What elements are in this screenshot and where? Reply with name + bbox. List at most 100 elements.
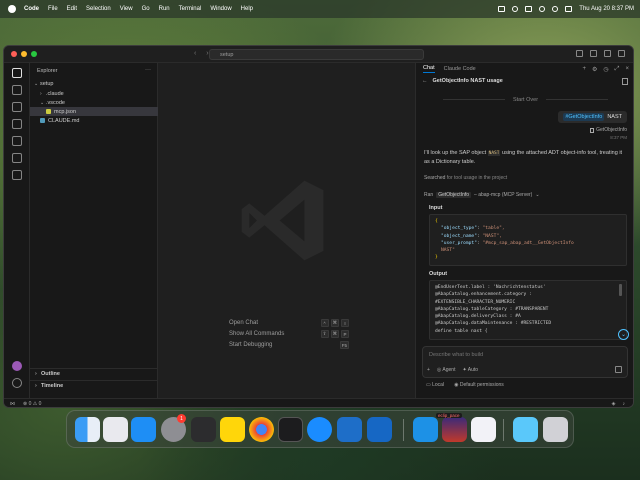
search-icon[interactable] [12,85,22,95]
output-line: @AbapCatalog.enhancement.category : [435,292,532,298]
tree-item-vscode[interactable]: ⌄ .vscode [30,98,158,107]
wifi-icon[interactable] [539,6,546,12]
tree-root-folder[interactable]: ⌄ setup [30,79,158,88]
trash-icon[interactable] [543,417,568,442]
toggle-panel-icon[interactable] [590,50,597,57]
tool-output[interactable]: @EndUserText.label : 'Nachrichtenstatus'… [429,280,627,340]
xcode-icon[interactable] [367,417,392,442]
battery-icon[interactable] [525,6,533,12]
scroll-to-bottom-button[interactable]: ⌄ [618,329,629,340]
add-context-icon[interactable]: + [427,367,430,373]
tab-claude-code[interactable]: Claude Code [444,66,476,72]
menu-run[interactable]: Run [159,6,170,12]
menu-view[interactable]: View [120,6,133,12]
vscode-icon[interactable] [337,417,362,442]
tree-item-claude-md[interactable]: CLAUDE.md [30,116,158,125]
explorer-icon[interactable] [12,68,22,78]
tab-chat[interactable]: Chat [423,65,435,73]
attachment-chip[interactable]: GetObjectInfo [590,127,627,133]
menu-help[interactable]: Help [241,6,253,12]
vscode-window: ‹ › setup Explorer ··· ⌄ setup › .claude… [3,45,634,408]
source-control-icon[interactable] [12,102,22,112]
menu-go[interactable]: Go [142,6,150,12]
apple-icon[interactable] [8,5,16,13]
menu-edit[interactable]: Edit [67,6,77,12]
chat-input-controls: + ◎ Agent ✦ Auto [427,367,478,373]
searched-text: for tool usage in the project [446,175,508,181]
shortcut-label: Start Debugging [229,342,273,348]
eclipse-icon[interactable] [442,417,467,442]
problems-indicator[interactable]: ⊗ 0 ⚠ 0 [23,401,41,407]
settings-icon[interactable]: ⚙ [592,66,597,73]
back-arrow-icon[interactable]: ← [422,78,428,84]
downloads-folder-icon[interactable] [513,417,538,442]
output-scrollbar[interactable] [619,284,622,296]
model-auto-dropdown[interactable]: ✦ Auto [462,367,478,373]
safari-icon[interactable] [307,417,332,442]
mode-agent-dropdown[interactable]: ◎ Agent [437,367,456,373]
key-cap: ⌘ [330,330,339,338]
more-actions-icon[interactable]: ··· [145,67,151,73]
shortcut-start-debugging[interactable]: Start Debugging F5 [229,340,349,350]
zoom-window-button[interactable] [31,51,37,57]
menu-selection[interactable]: Selection [86,6,111,12]
status-bar-right: ◈ ♪ [612,401,625,407]
remote-indicator-icon[interactable]: ⋈ [10,401,15,407]
start-over-divider[interactable]: Start Over [416,97,633,103]
claude-icon[interactable] [12,153,22,163]
extensions-icon[interactable] [12,136,22,146]
control-center-icon[interactable] [565,6,573,12]
command-center-search[interactable]: setup [209,49,424,60]
tool-reference-tag[interactable]: #GetObjectInfo [563,113,605,121]
local-toggle[interactable]: ▭ Local [426,382,444,388]
copilot-status-icon[interactable]: ◈ [612,401,616,407]
app-icon[interactable] [471,417,496,442]
chrome-icon[interactable] [249,417,274,442]
outline-section[interactable]: › Outline [30,368,158,378]
docker-icon[interactable] [413,417,438,442]
menu-clock[interactable]: Thu Aug 20 8:37 PM [579,6,634,12]
send-icon[interactable] [615,366,622,373]
tree-item-claude[interactable]: › .claude [30,89,158,98]
minimize-window-button[interactable] [21,51,27,57]
gear-icon[interactable] [12,378,22,388]
tree-item-mcp-json[interactable]: mcp.json [30,107,158,116]
tray-status-icon[interactable] [512,6,519,12]
customize-layout-icon[interactable] [618,50,625,57]
dock: 1 eclip_pace [66,410,574,448]
chat-input-box[interactable]: Describe what to build + ◎ Agent ✦ Auto [422,346,628,378]
copy-icon[interactable] [622,78,628,85]
new-chat-icon[interactable]: + [583,66,587,73]
search-icon[interactable] [552,6,559,12]
maximize-icon[interactable]: ⤢ [615,66,620,73]
menu-terminal[interactable]: Terminal [179,6,202,12]
launchpad-icon[interactable] [103,417,128,442]
toggle-sidebar-icon[interactable] [576,50,583,57]
close-icon[interactable]: × [625,66,629,73]
terminal-icon[interactable] [278,417,303,442]
app-store-icon[interactable] [131,417,156,442]
tool-input-json[interactable]: { "object_type": "table", "object_name":… [429,214,627,266]
notes-icon[interactable] [220,417,245,442]
history-icon[interactable]: ◷ [603,66,608,73]
shortcut-open-chat[interactable]: Open Chat ^ ⌘ I [229,318,349,328]
account-avatar[interactable] [12,361,22,371]
run-debug-icon[interactable] [12,119,22,129]
shortcut-show-all-commands[interactable]: Show All Commands ⇧ ⌘ P [229,329,349,339]
menu-window[interactable]: Window [210,6,231,12]
input-section-label: Input [429,205,443,211]
searched-step[interactable]: Searched for tool usage in the project [424,175,507,181]
permissions-dropdown[interactable]: ◉ Default permissions [454,382,504,388]
tray-app-icon[interactable] [498,6,506,12]
python-icon[interactable] [12,170,22,180]
timeline-section[interactable]: › Timeline [30,380,158,390]
ran-tool-step[interactable]: Ran GetObjectInfo – abap-mcp (MCP Server… [424,192,540,198]
notifications-bell-icon[interactable]: ♪ [623,401,626,407]
key-cap: ^ [320,319,329,327]
calculator-icon[interactable] [191,417,216,442]
close-window-button[interactable] [11,51,17,57]
menu-file[interactable]: File [48,6,58,12]
menu-app-code[interactable]: Code [24,6,39,12]
finder-icon[interactable] [75,417,100,442]
toggle-secondary-sidebar-icon[interactable] [604,50,611,57]
